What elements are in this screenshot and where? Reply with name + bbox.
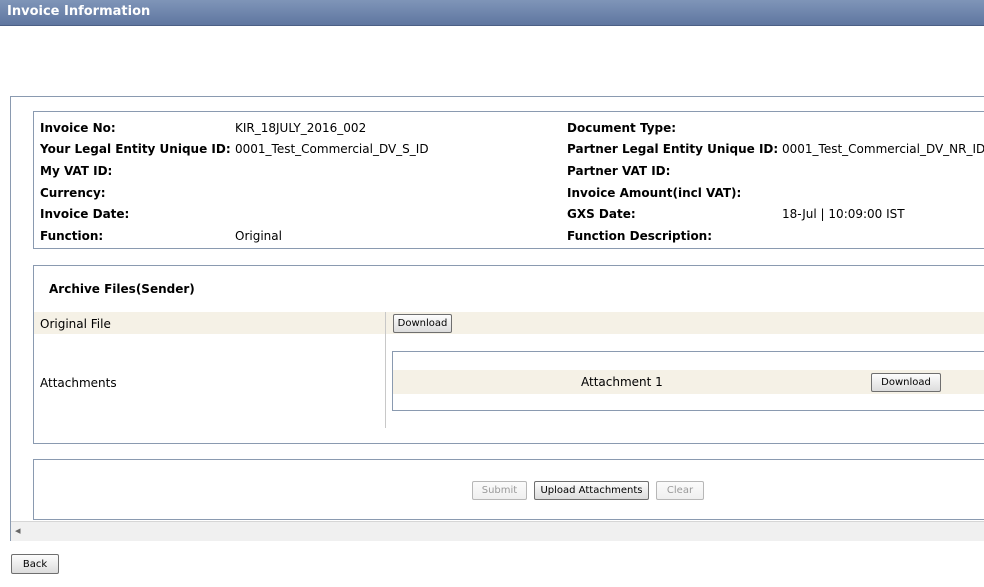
original-file-row [34,312,984,334]
invoice-date-label: Invoice Date: [40,207,130,221]
upload-attachments-button[interactable]: Upload Attachments [534,481,649,500]
partner-entity-label: Partner Legal Entity Unique ID: [567,142,779,156]
attachment-download-button[interactable]: Download [871,373,941,392]
legal-entity-value: 0001_Test_Commercial_DV_S_ID [235,142,429,156]
invoice-info-panel: Invoice No: KIR_18JULY_2016_002 Your Leg… [33,111,984,249]
page-title: Invoice Information [7,4,151,19]
partner-vat-label: Partner VAT ID: [567,164,671,178]
gxs-date-value: 18-Jul | 10:09:00 IST [782,207,905,221]
actions-panel: Submit Upload Attachments Clear [33,459,984,520]
function-description-label: Function Description: [567,229,713,243]
original-file-download-button[interactable]: Download [393,314,452,333]
my-vat-label: My VAT ID: [40,164,113,178]
original-file-label: Original File [40,317,111,331]
attachment-name: Attachment 1 [581,375,663,389]
attachments-label: Attachments [40,376,117,390]
title-bar: Invoice Information [0,0,984,26]
submit-button[interactable]: Submit [472,481,527,500]
gxs-date-label: GXS Date: [567,207,636,221]
clear-button[interactable]: Clear [656,481,704,500]
scroll-left-arrow-icon[interactable]: ◂ [15,524,21,537]
back-button[interactable]: Back [11,554,59,574]
horizontal-scrollbar[interactable]: ◂ [11,521,984,541]
archive-files-panel: Archive Files(Sender) Original File Down… [33,265,984,444]
column-divider [385,312,386,428]
invoice-no-label: Invoice No: [40,121,116,135]
currency-label: Currency: [40,186,106,200]
invoice-amount-label: Invoice Amount(incl VAT): [567,186,742,200]
function-value: Original [235,229,282,243]
archive-section-title: Archive Files(Sender) [49,282,195,296]
document-type-label: Document Type: [567,121,677,135]
attachments-list: Attachment 1 Download [392,351,984,411]
partner-entity-value: 0001_Test_Commercial_DV_NR_ID [782,142,984,156]
function-label: Function: [40,229,104,243]
legal-entity-label: Your Legal Entity Unique ID: [40,142,231,156]
invoice-no-value: KIR_18JULY_2016_002 [235,121,367,135]
